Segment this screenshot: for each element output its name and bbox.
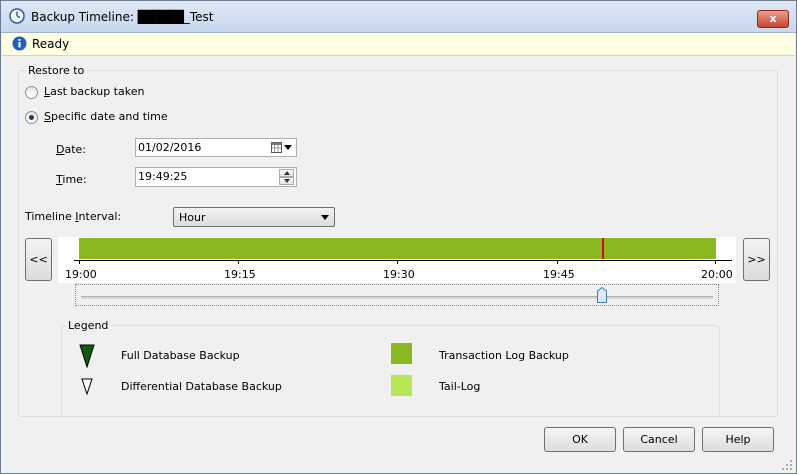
- legend-full-backup: Full Database Backup: [121, 349, 240, 362]
- timeline-axis: [74, 260, 732, 261]
- differential-backup-icon: [81, 378, 93, 395]
- specific-date-radio[interactable]: [25, 111, 38, 124]
- window-title: Backup Timeline: █████_Test: [31, 10, 214, 24]
- timeline-previous-button[interactable]: <<: [25, 238, 52, 281]
- transaction-log-bar[interactable]: [79, 238, 716, 259]
- tick-mark: [557, 260, 558, 264]
- tail-log-swatch: [391, 375, 412, 396]
- timeline-interval-select[interactable]: Hour: [173, 207, 335, 227]
- timeline-slider[interactable]: [75, 284, 719, 306]
- time-label: Time:: [56, 173, 87, 186]
- legend-tail-log: Tail-Log: [439, 380, 481, 393]
- cancel-button[interactable]: Cancel: [623, 427, 695, 452]
- slider-track-line: [81, 296, 713, 299]
- timeline-next-button[interactable]: >>: [743, 238, 770, 281]
- time-input[interactable]: [138, 169, 258, 184]
- restore-point-marker: [602, 238, 604, 259]
- tick-label-1915: 19:15: [224, 268, 256, 281]
- time-spinner[interactable]: [135, 167, 297, 187]
- clock-icon: [9, 8, 25, 24]
- help-button[interactable]: Help: [702, 427, 774, 452]
- tick-mark: [79, 260, 80, 264]
- info-icon: [12, 36, 27, 51]
- legend-group: [61, 325, 720, 417]
- legend-title: Legend: [65, 319, 112, 332]
- transaction-log-swatch: [391, 343, 412, 364]
- date-input[interactable]: [138, 140, 258, 155]
- date-label: Date:: [56, 143, 87, 156]
- tick-mark: [715, 260, 716, 264]
- spin-down-icon: [284, 179, 290, 183]
- spin-up-button[interactable]: [279, 169, 294, 177]
- tick-label-1900: 19:00: [65, 268, 97, 281]
- tick-label-2000: 20:00: [701, 268, 733, 281]
- last-backup-radio[interactable]: [25, 86, 38, 99]
- spin-up-icon: [284, 171, 290, 175]
- tick-mark: [238, 260, 239, 264]
- title-bar: Backup Timeline: █████_Test x: [1, 1, 796, 33]
- resize-grip-icon[interactable]: [781, 459, 793, 471]
- date-picker[interactable]: [135, 138, 297, 157]
- specific-date-label[interactable]: Specific date and time: [44, 110, 168, 123]
- timeline-interval-value: Hour: [179, 211, 206, 224]
- tick-mark: [397, 260, 398, 264]
- last-backup-label[interactable]: Last backup taken: [44, 85, 144, 98]
- backup-timeline-dialog: Backup Timeline: █████_Test x Ready Rest…: [0, 0, 797, 474]
- restore-to-label: Restore to: [25, 64, 88, 77]
- chevron-down-icon: [321, 215, 329, 220]
- status-bar: Ready: [2, 33, 795, 56]
- slider-thumb[interactable]: [597, 287, 607, 303]
- status-text: Ready: [32, 37, 70, 51]
- full-backup-icon: [79, 344, 95, 368]
- tick-label-1930: 19:30: [383, 268, 415, 281]
- spin-down-button[interactable]: [279, 177, 294, 185]
- ok-button[interactable]: OK: [544, 427, 616, 452]
- calendar-icon[interactable]: [271, 142, 282, 153]
- chevron-down-icon[interactable]: [284, 145, 292, 150]
- legend-differential-backup: Differential Database Backup: [121, 380, 282, 393]
- legend-transaction-log: Transaction Log Backup: [439, 349, 569, 362]
- close-button[interactable]: x: [757, 10, 789, 28]
- timeline-interval-label: Timeline Interval:: [25, 210, 122, 223]
- tick-label-1945: 19:45: [543, 268, 575, 281]
